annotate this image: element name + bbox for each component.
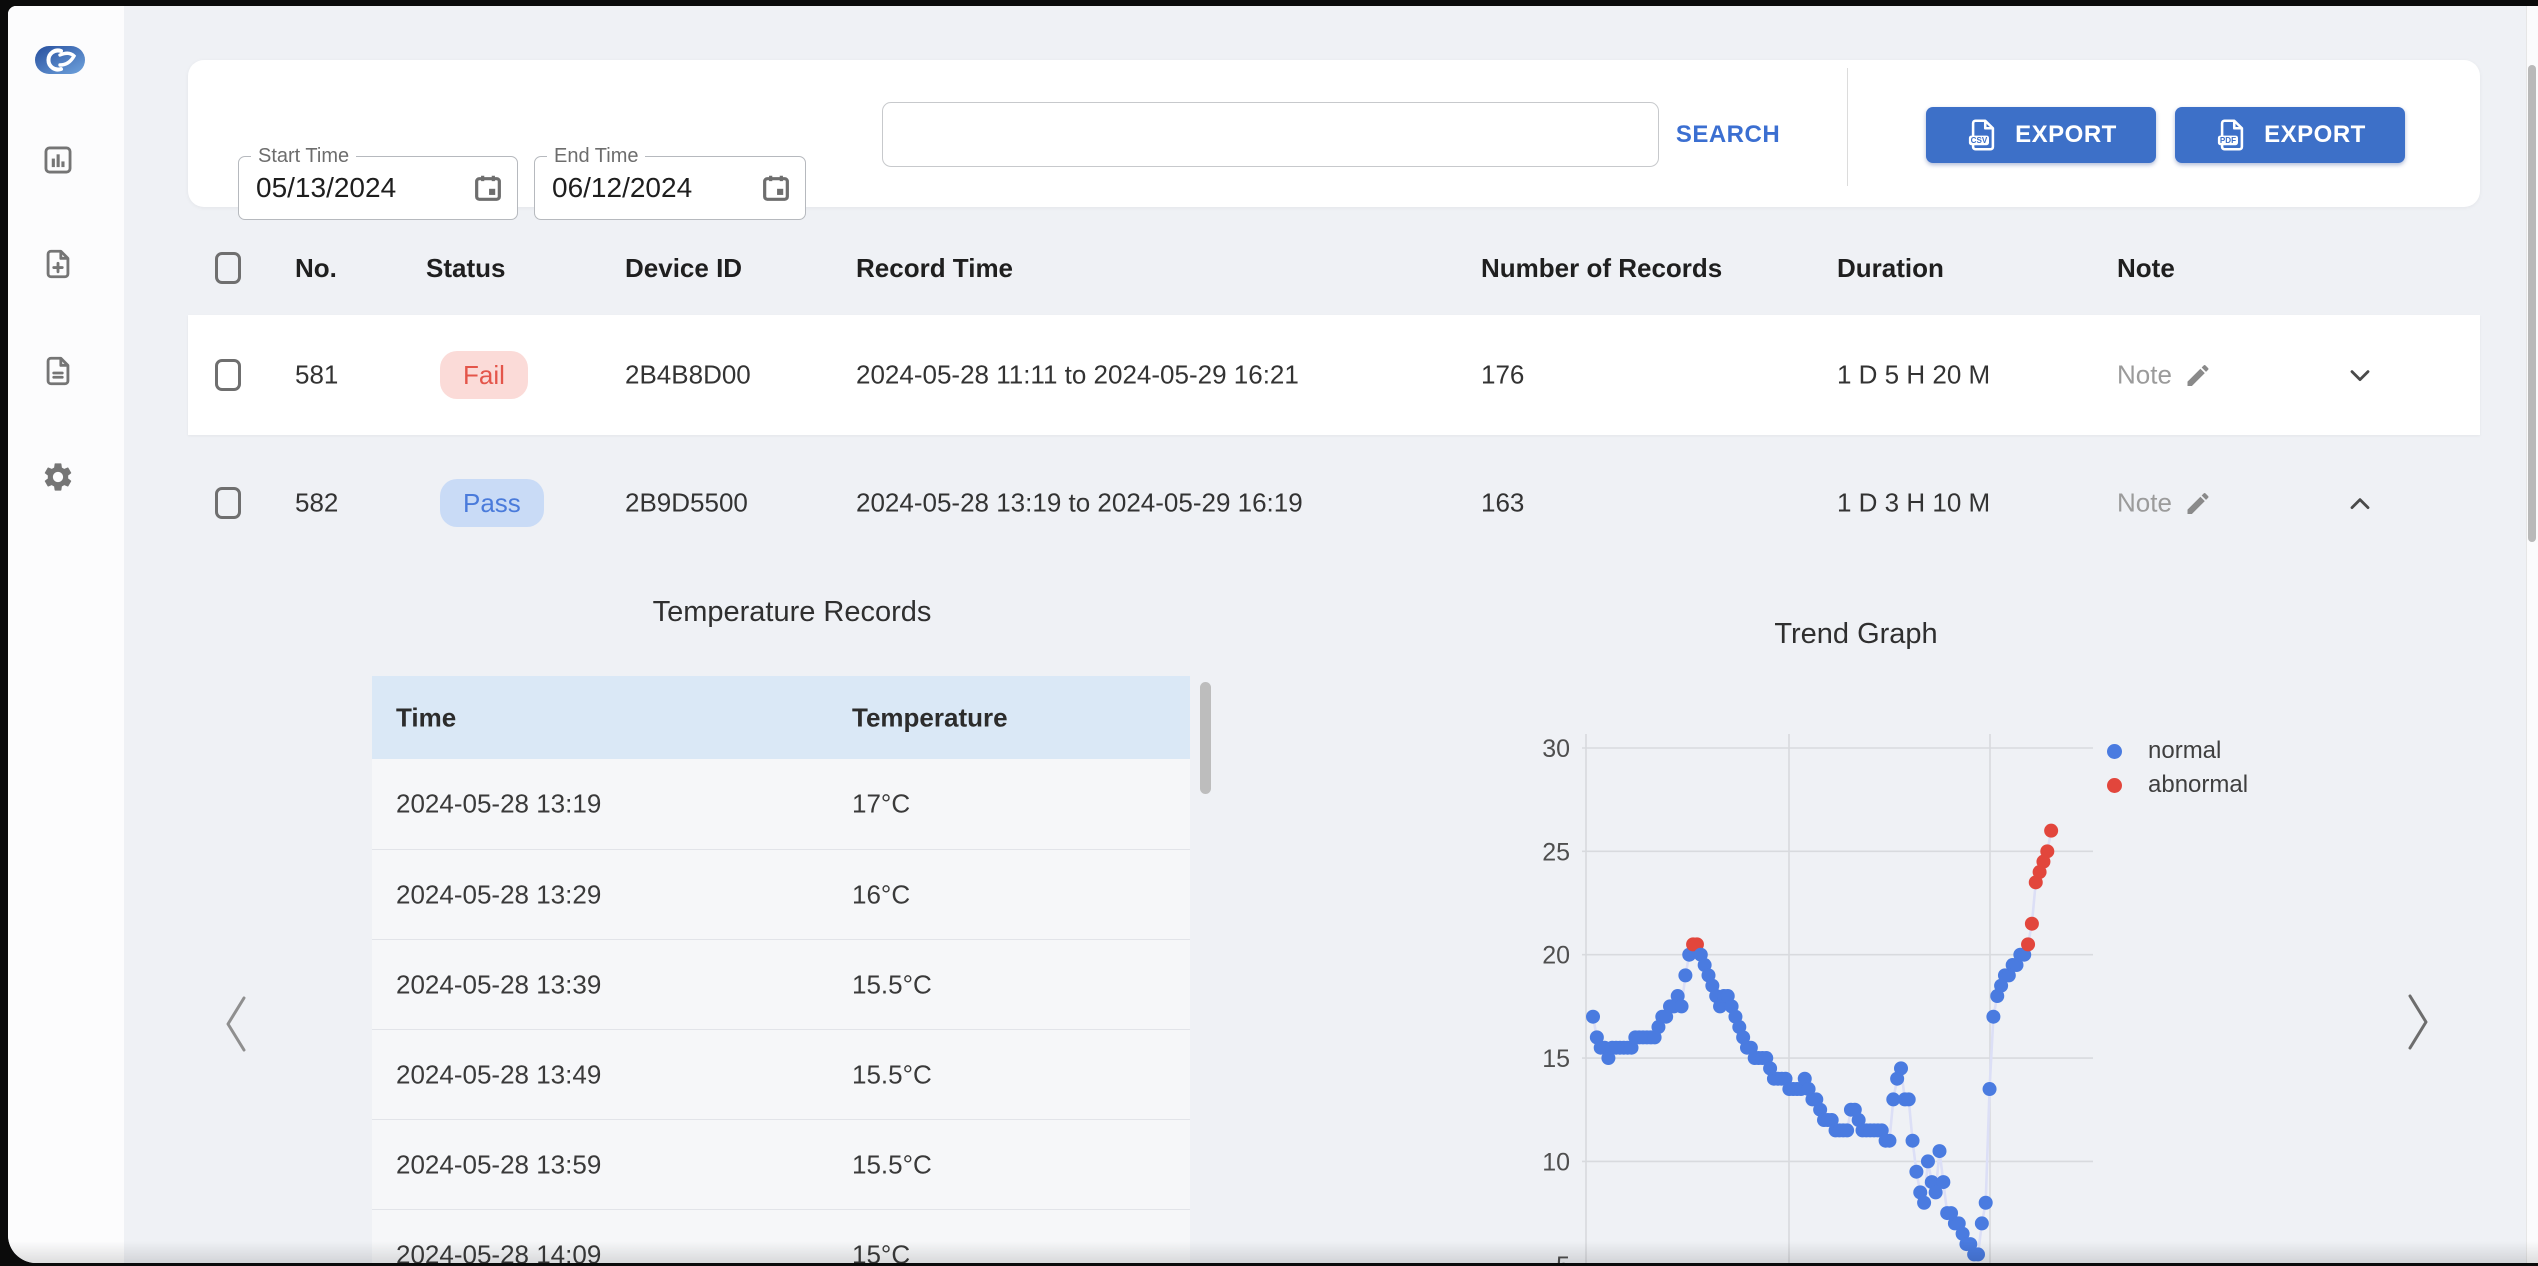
toolbar-divider xyxy=(1847,68,1848,186)
export-csv-label: EXPORT xyxy=(2015,121,2117,148)
export-pdf-label: EXPORT xyxy=(2264,121,2366,148)
search-button[interactable]: SEARCH xyxy=(1674,102,1782,167)
note-button[interactable]: Note xyxy=(2117,360,2212,391)
export-csv-button[interactable]: CSV EXPORT xyxy=(1926,107,2156,163)
carousel-prev-icon[interactable] xyxy=(218,992,254,1056)
temp-row: 2024-05-28 13:19 17°C xyxy=(372,759,1190,849)
svg-text:PDF: PDF xyxy=(2220,136,2236,145)
cell-no: 582 xyxy=(295,487,339,518)
collapse-chevron-up-icon[interactable] xyxy=(2344,487,2376,519)
temp-row: 2024-05-28 13:29 16°C xyxy=(372,849,1190,939)
calendar-icon[interactable] xyxy=(760,172,792,204)
temp-table-scrollbar[interactable] xyxy=(1200,682,1211,794)
col-device: Device ID xyxy=(625,253,743,283)
svg-text:20: 20 xyxy=(1542,942,1570,970)
temp-value: 17°C xyxy=(852,788,911,819)
temperature-records-title: Temperature Records xyxy=(652,596,932,628)
temp-row: 2024-05-28 13:59 15.5°C xyxy=(372,1119,1190,1209)
pencil-edit-icon[interactable] xyxy=(2184,361,2212,389)
start-time-value[interactable]: 05/13/2024 xyxy=(256,157,396,219)
temp-col-value: Temperature xyxy=(852,702,1008,732)
export-pdf-button[interactable]: PDF EXPORT xyxy=(2175,107,2405,163)
normal-dot-icon xyxy=(2107,743,2122,759)
col-note: Note xyxy=(2117,253,2175,283)
legend-item-normal: normal xyxy=(2107,737,2221,765)
end-time-value[interactable]: 06/12/2024 xyxy=(552,157,692,219)
carousel-next-icon[interactable] xyxy=(2400,990,2436,1054)
note-label: Note xyxy=(2117,359,2172,390)
select-all-checkbox[interactable] xyxy=(215,252,241,284)
cell-duration: 1 D 3 H 10 M xyxy=(1837,487,1991,518)
svg-text:25: 25 xyxy=(1542,838,1570,866)
app-logo-icon[interactable] xyxy=(34,42,86,78)
note-label: Note xyxy=(2117,487,2172,518)
svg-text:30: 30 xyxy=(1542,735,1570,763)
app-window: Start Time 05/13/2024 End Time 06/12/202… xyxy=(8,6,2538,1263)
cell-device: 2B9D5500 xyxy=(625,487,748,518)
note-button[interactable]: Note xyxy=(2117,488,2212,519)
end-time-field[interactable]: End Time 06/12/2024 xyxy=(534,145,806,220)
row-checkbox[interactable] xyxy=(215,359,241,391)
bar-chart-icon[interactable] xyxy=(41,143,75,177)
temperature-table: Time Temperature 2024-05-28 13:19 17°C 2… xyxy=(372,676,1190,1263)
csv-file-icon: CSV xyxy=(1969,119,1995,151)
svg-text:5: 5 xyxy=(1556,1252,1570,1263)
trend-graph: 30 25 20 15 10 5 xyxy=(1508,700,2098,1263)
temp-time: 2024-05-28 14:09 xyxy=(396,1239,602,1263)
page-scrollbar-thumb[interactable] xyxy=(2528,65,2536,542)
temp-value: 15.5°C xyxy=(852,969,932,999)
trend-graph-title: Trend Graph xyxy=(1774,618,1938,650)
cell-no: 581 xyxy=(295,359,339,390)
cell-device: 2B4B8D00 xyxy=(625,359,751,390)
cell-count: 163 xyxy=(1481,487,1525,518)
status-badge-pass: Pass xyxy=(440,479,544,527)
temp-value: 16°C xyxy=(852,879,911,909)
calendar-icon[interactable] xyxy=(472,172,504,204)
record-row-582[interactable]: 582 Pass 2B9D5500 2024-05-28 13:19 to 20… xyxy=(188,445,2480,561)
svg-text:15: 15 xyxy=(1542,1045,1570,1073)
temp-time: 2024-05-28 13:49 xyxy=(396,1059,602,1089)
temp-time: 2024-05-28 13:19 xyxy=(396,788,602,819)
legend-item-abnormal: abnormal xyxy=(2107,771,2248,799)
legend-normal-label: normal xyxy=(2148,737,2222,764)
cell-count: 176 xyxy=(1481,359,1525,390)
cell-duration: 1 D 5 H 20 M xyxy=(1837,359,1991,390)
temp-time: 2024-05-28 13:39 xyxy=(396,969,602,999)
settings-gear-icon[interactable] xyxy=(41,460,75,494)
col-no: No. xyxy=(295,253,337,283)
legend-abnormal-label: abnormal xyxy=(2148,771,2249,798)
page-scrollbar-track[interactable] xyxy=(2526,6,2538,1263)
temperature-table-header: Time Temperature xyxy=(372,676,1190,759)
status-badge-fail: Fail xyxy=(440,351,528,399)
col-duration: Duration xyxy=(1837,253,1944,283)
document-icon[interactable] xyxy=(41,354,75,388)
temp-value: 15°C xyxy=(852,1239,911,1263)
svg-text:CSV: CSV xyxy=(1971,136,1988,145)
temp-time: 2024-05-28 13:29 xyxy=(396,879,602,909)
pencil-edit-icon[interactable] xyxy=(2184,489,2212,517)
temp-value: 15.5°C xyxy=(852,1149,932,1179)
temp-time: 2024-05-28 13:59 xyxy=(396,1149,602,1179)
expand-chevron-down-icon[interactable] xyxy=(2344,359,2376,391)
cell-time: 2024-05-28 11:11 to 2024-05-29 16:21 xyxy=(856,359,1299,390)
file-add-icon[interactable] xyxy=(41,247,75,281)
col-status: Status xyxy=(426,253,506,283)
temp-value: 15.5°C xyxy=(852,1059,932,1089)
record-row-581[interactable]: 581 Fail 2B4B8D00 2024-05-28 11:11 to 20… xyxy=(188,315,2480,435)
pdf-file-icon: PDF xyxy=(2218,119,2244,151)
col-time: Record Time xyxy=(856,253,1014,283)
temp-col-time: Time xyxy=(396,702,457,732)
sidebar xyxy=(8,6,124,1263)
cell-time: 2024-05-28 13:19 to 2024-05-29 16:19 xyxy=(856,487,1303,518)
svg-text:10: 10 xyxy=(1542,1148,1570,1176)
temp-row: 2024-05-28 14:09 15°C xyxy=(372,1209,1190,1263)
abnormal-dot-icon xyxy=(2107,777,2122,793)
col-count: Number of Records xyxy=(1481,253,1723,283)
start-time-field[interactable]: Start Time 05/13/2024 xyxy=(238,145,518,220)
row-checkbox[interactable] xyxy=(215,487,241,519)
temp-row: 2024-05-28 13:49 15.5°C xyxy=(372,1029,1190,1119)
search-input[interactable] xyxy=(882,102,1659,167)
temp-row: 2024-05-28 13:39 15.5°C xyxy=(372,939,1190,1029)
